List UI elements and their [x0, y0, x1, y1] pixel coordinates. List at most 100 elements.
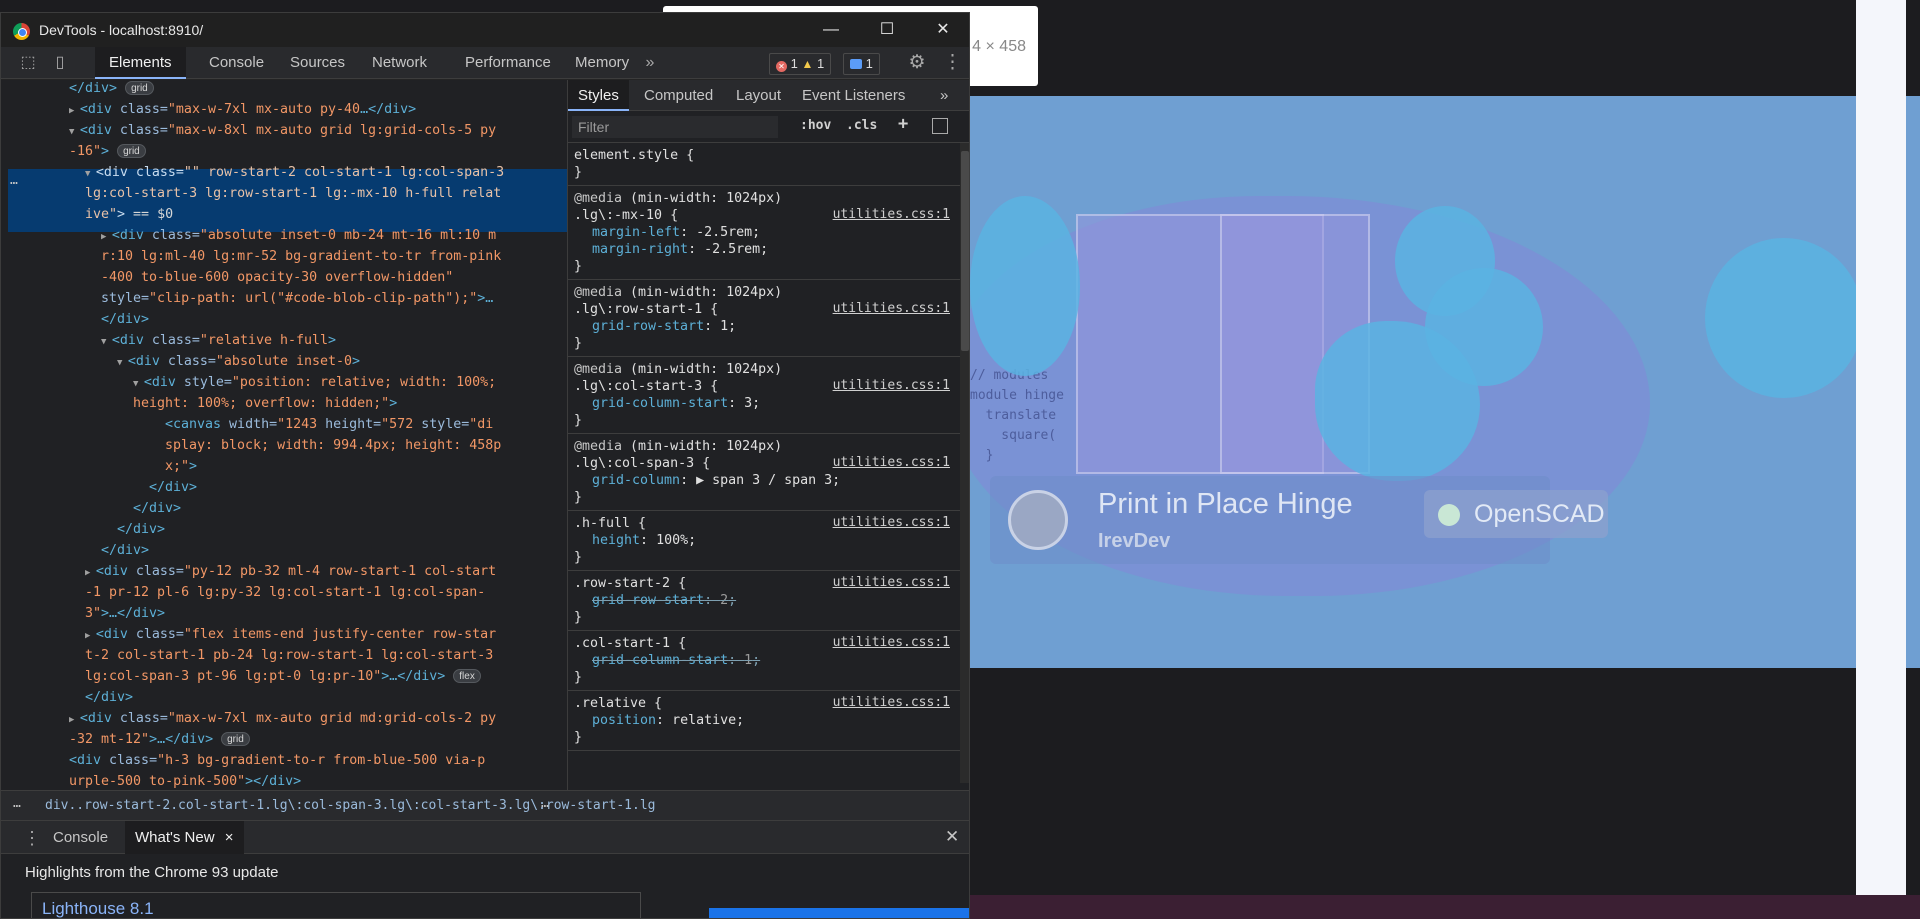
dom-node-line[interactable]: height: 100%; overflow: hidden;"> — [133, 393, 397, 414]
css-rule[interactable]: @media (min-width: 1024px) utilities.css:… — [568, 434, 962, 511]
expand-triangle-icon[interactable]: ▶ — [85, 568, 96, 578]
toggle-sidebar-icon[interactable] — [932, 118, 948, 134]
styles-more-tabs-icon[interactable]: » — [930, 80, 958, 111]
dom-node-line[interactable]: r:10 lg:ml-40 lg:mr-52 bg-gradient-to-tr… — [101, 246, 501, 267]
dom-node-line[interactable]: ▶ <div class="absolute inset-0 mb-24 mt-… — [101, 225, 496, 246]
property-declaration[interactable]: position: relative; — [592, 713, 744, 728]
dom-node-line[interactable]: </div> — [149, 477, 197, 498]
styles-tab-event-listeners[interactable]: Event Listeners — [792, 80, 915, 111]
dom-node-line[interactable]: ▼ <div class="relative h-full> — [101, 330, 336, 351]
minimize-button[interactable]: — — [811, 17, 851, 43]
dom-node-line[interactable]: ▶ <div class="max-w-7xl mx-auto grid md:… — [69, 708, 496, 729]
source-link[interactable]: utilities.css:1 — [833, 515, 950, 530]
css-rule[interactable]: @media (min-width: 1024px) utilities.css:… — [568, 186, 962, 280]
drawer-tab-console[interactable]: Console — [43, 821, 118, 854]
source-link[interactable]: utilities.css:1 — [833, 455, 950, 470]
property-declaration[interactable]: margin-right: -2.5rem; — [592, 242, 768, 257]
styles-scrollbar[interactable] — [960, 143, 969, 783]
expand-triangle-icon[interactable]: ▼ — [85, 169, 96, 179]
source-link[interactable]: utilities.css:1 — [833, 635, 950, 650]
elements-tree[interactable]: … </div> grid ▶ <div class="max-w-7xl mx-… — [1, 80, 567, 790]
css-rule[interactable]: utilities.css:1 .relative {position: rela… — [568, 691, 962, 751]
hov-toggle[interactable]: :hov — [800, 118, 831, 133]
tab-performance[interactable]: Performance — [451, 47, 565, 79]
dom-node-line[interactable]: t-2 col-start-1 pb-24 lg:row-start-1 lg:… — [85, 645, 493, 666]
dom-node-line[interactable]: ▼ <div class="absolute inset-0> — [117, 351, 360, 372]
dom-node-line[interactable]: -1 pr-12 pl-6 lg:py-32 lg:col-start-1 lg… — [85, 582, 485, 603]
close-tab-icon[interactable]: × — [225, 829, 234, 846]
source-link[interactable]: utilities.css:1 — [833, 575, 950, 590]
dom-node-line[interactable]: -400 to-blue-600 opacity-30 overflow-hid… — [101, 267, 453, 288]
source-link[interactable]: utilities.css:1 — [833, 301, 950, 316]
drawer-tab-whats-new[interactable]: What's New × — [125, 821, 244, 854]
styles-tab-computed[interactable]: Computed — [634, 80, 723, 111]
css-rule[interactable]: utilities.css:1 .col-start-1 {grid-column… — [568, 631, 962, 691]
dom-node-line[interactable]: ▼ <div class="" row-start-2 col-start-1 … — [85, 162, 504, 183]
property-declaration[interactable]: grid-column-start: 1; — [592, 653, 760, 668]
property-declaration[interactable]: height: 100%; — [592, 533, 696, 548]
dom-node-line[interactable]: ▶ <div class="py-12 pb-32 ml-4 row-start… — [85, 561, 496, 582]
dom-node-line[interactable]: </div> — [101, 309, 149, 330]
property-declaration[interactable]: margin-left: -2.5rem; — [592, 225, 760, 240]
expand-triangle-icon[interactable]: ▶ — [69, 715, 80, 725]
property-declaration[interactable]: grid-column: ▶ span 3 / span 3; — [592, 473, 840, 488]
css-rule[interactable]: utilities.css:1 .h-full {height: 100%;} — [568, 511, 962, 571]
tab-console[interactable]: Console — [195, 47, 278, 79]
css-rule[interactable]: @media (min-width: 1024px) utilities.css:… — [568, 357, 962, 434]
dom-node-line[interactable]: lg:col-start-3 lg:row-start-1 lg:-mx-10 … — [85, 183, 501, 204]
dom-node-line[interactable]: </div> — [85, 687, 133, 708]
close-drawer-icon[interactable]: ✕ — [945, 827, 959, 847]
device-toolbar-icon[interactable]: ▯ — [51, 54, 69, 72]
maximize-button[interactable]: ☐ — [867, 17, 907, 43]
dom-node-line[interactable]: </div> — [133, 498, 181, 519]
expand-triangle-icon[interactable]: ▶ — [69, 106, 80, 116]
dom-node-line[interactable]: -16"> grid — [69, 141, 146, 162]
inspect-element-icon[interactable]: ⬚ — [19, 54, 37, 72]
property-declaration[interactable]: grid-row-start: 1; — [592, 319, 736, 334]
dom-node-line[interactable]: </div> — [101, 540, 149, 561]
dom-node-line[interactable]: ive"> == $0 — [85, 204, 173, 225]
issues-badge[interactable]: ✕ 1 ▲ 1 — [769, 53, 832, 75]
expand-triangle-icon[interactable]: ▶ — [85, 631, 96, 641]
css-rule[interactable]: @media (min-width: 1024px) utilities.css:… — [568, 280, 962, 357]
new-rule-icon[interactable]: + — [898, 114, 908, 134]
dom-node-line[interactable]: ▶ <div class="max-w-7xl mx-auto py-40…</… — [69, 99, 416, 120]
dom-node-line[interactable]: <div class="h-3 bg-gradient-to-r from-bl… — [69, 750, 485, 771]
node-actions-ellipsis[interactable]: … — [10, 173, 18, 188]
source-link[interactable]: utilities.css:1 — [833, 378, 950, 393]
dom-node-line[interactable]: ▶ <div class="flex items-end justify-cen… — [85, 624, 496, 645]
tab-memory[interactable]: Memory — [561, 47, 643, 79]
tab-elements[interactable]: Elements — [95, 47, 186, 79]
tab-sources[interactable]: Sources — [276, 47, 359, 79]
dom-node-line[interactable]: lg:col-span-3 pt-96 lg:pt-0 lg:pr-10">…<… — [85, 666, 481, 687]
expand-triangle-icon[interactable]: ▼ — [69, 127, 80, 137]
styles-filter-input[interactable] — [572, 116, 778, 138]
dom-node-line[interactable]: splay: block; width: 994.4px; height: 45… — [165, 435, 501, 456]
source-link[interactable]: utilities.css:1 — [833, 695, 950, 710]
property-declaration[interactable]: grid-column-start: 3; — [592, 396, 760, 411]
dom-node-line[interactable]: x;"> — [165, 456, 197, 477]
expand-triangle-icon[interactable]: ▼ — [133, 379, 144, 389]
dom-node-line[interactable]: </div> grid — [69, 80, 154, 99]
breadcrumb-item[interactable]: div..row-start-2.col-start-1.lg\:col-spa… — [45, 798, 655, 813]
cls-toggle[interactable]: .cls — [846, 118, 877, 133]
breadcrumb-scroll-right-icon[interactable]: … — [541, 796, 549, 811]
project-card[interactable]: Print in Place Hinge IrevDev OpenSCAD — [990, 476, 1608, 564]
property-declaration[interactable]: grid-row-start: 2; — [592, 593, 736, 608]
css-rule[interactable]: element.style {} — [568, 143, 962, 186]
project-title[interactable]: Print in Place Hinge — [1098, 488, 1353, 521]
project-author[interactable]: IrevDev — [1098, 530, 1170, 553]
breadcrumb-scroll-left-icon[interactable]: … — [13, 796, 21, 811]
dom-node-line[interactable]: ▼ <div style="position: relative; width:… — [133, 372, 496, 393]
styles-tab-styles[interactable]: Styles — [568, 80, 629, 111]
lighthouse-card[interactable]: Lighthouse 8.1 — [31, 892, 641, 918]
source-link[interactable]: utilities.css:1 — [833, 207, 950, 222]
dom-node-line[interactable]: urple-500 to-pink-500"></div> — [69, 771, 301, 790]
settings-gear-icon[interactable]: ⚙ — [908, 53, 926, 72]
css-rule[interactable]: utilities.css:1 .row-start-2 {grid-row-st… — [568, 571, 962, 631]
drawer-menu-icon[interactable]: ⋮ — [23, 828, 41, 849]
dom-node-line[interactable]: style="clip-path: url("#code-blob-clip-p… — [101, 288, 493, 309]
dom-node-line[interactable]: -32 mt-12">…</div> grid — [69, 729, 250, 750]
messages-badge[interactable]: 1 — [843, 53, 880, 75]
tab-network[interactable]: Network — [358, 47, 441, 79]
